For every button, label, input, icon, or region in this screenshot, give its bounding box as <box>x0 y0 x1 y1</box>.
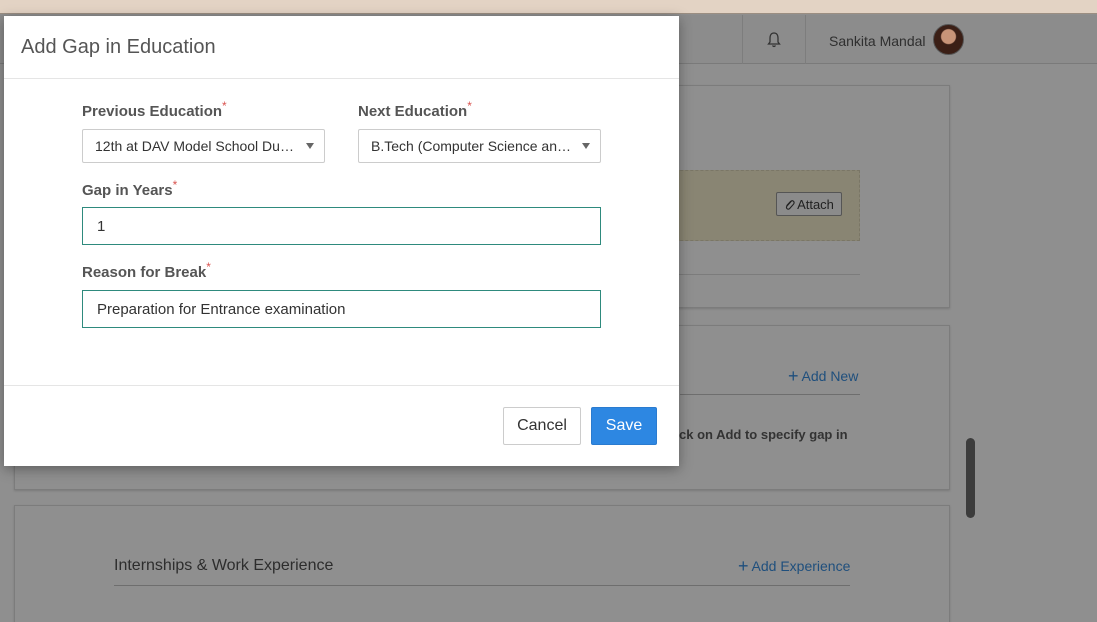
required-mark: * <box>206 260 211 274</box>
save-button[interactable]: Save <box>591 407 657 445</box>
paperclip-icon <box>785 199 795 210</box>
reason-label: Reason for Break* <box>82 260 211 281</box>
user-name[interactable]: Sankita Mandal <box>829 33 926 49</box>
add-new-label: Add New <box>801 368 859 384</box>
add-experience-label: Add Experience <box>751 558 851 574</box>
required-mark: * <box>222 99 227 113</box>
modal-header: Add Gap in Education <box>4 16 679 79</box>
next-education-select[interactable]: B.Tech (Computer Science and Engineering… <box>358 129 601 163</box>
gap-years-input[interactable] <box>82 207 601 245</box>
modal-title: Add Gap in Education <box>21 36 216 58</box>
add-gap-modal: Add Gap in Education Previous Education*… <box>4 16 679 466</box>
previous-education-label: Previous Education* <box>82 99 227 120</box>
gap-years-label: Gap in Years* <box>82 178 178 199</box>
plus-icon: + <box>738 556 749 576</box>
previous-education-value: 12th at DAV Model School Durgapur <box>95 138 296 154</box>
previous-education-select[interactable]: 12th at DAV Model School Durgapur <box>82 129 325 163</box>
next-education-value: B.Tech (Computer Science and Engineering… <box>371 138 572 154</box>
add-experience-link[interactable]: + Add Experience <box>738 556 851 576</box>
divider <box>114 585 850 586</box>
section-title: Internships & Work Experience <box>114 557 334 574</box>
divider <box>680 394 860 395</box>
required-mark: * <box>172 178 178 192</box>
gap-hint-text: ck on Add to specify gap in <box>679 427 848 442</box>
notifications-button[interactable] <box>742 15 806 64</box>
browser-top-strip <box>0 0 1097 14</box>
required-mark: * <box>467 99 472 113</box>
caret-down-icon <box>306 143 314 149</box>
plus-icon: + <box>788 366 799 386</box>
reason-input[interactable] <box>82 290 601 328</box>
scrollbar-thumb[interactable] <box>966 438 975 518</box>
divider <box>660 274 860 275</box>
caret-down-icon <box>582 143 590 149</box>
add-new-link[interactable]: + Add New <box>788 366 859 386</box>
avatar[interactable] <box>933 24 964 55</box>
cancel-button[interactable]: Cancel <box>503 407 581 445</box>
modal-footer: Cancel Save <box>4 385 679 466</box>
attach-button[interactable]: Attach <box>776 192 842 216</box>
bell-icon <box>767 31 781 47</box>
next-education-label: Next Education* <box>358 99 472 120</box>
attach-label: Attach <box>797 196 834 212</box>
